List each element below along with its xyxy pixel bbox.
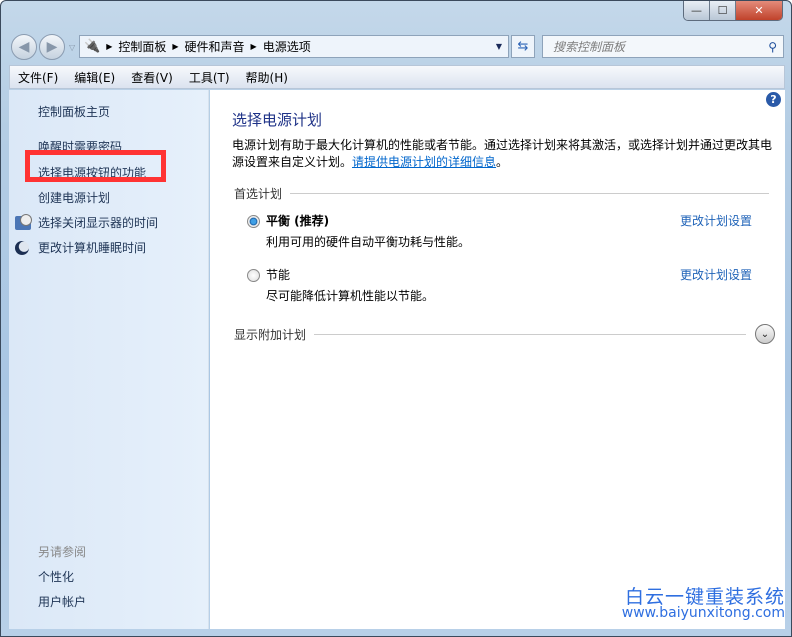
search-placeholder: 搜索控制面板 — [553, 40, 626, 54]
section-label: 首选计划 — [234, 187, 283, 201]
breadcrumb-control-panel[interactable]: 控制面板 — [118, 38, 166, 55]
page-title: 选择电源计划 — [232, 111, 323, 129]
breadcrumb-arrow-icon[interactable]: ▶ — [106, 42, 112, 51]
nav-buttons: ◀ ▶ ▽ — [11, 34, 75, 60]
forward-button[interactable]: ▶ — [39, 34, 65, 60]
sidebar-item-label: 更改计算机睡眠时间 — [38, 241, 147, 255]
sidebar: 控制面板主页 唤醒时需要密码 选择电源按钮的功能 创建电源计划 选择关闭显示器的… — [9, 90, 209, 629]
expand-chevron-icon[interactable]: ⌄ — [755, 324, 775, 344]
address-dropdown-icon[interactable]: ▼ — [496, 42, 502, 51]
sidebar-control-panel-home[interactable]: 控制面板主页 — [38, 103, 110, 120]
sidebar-sleep-time[interactable]: 更改计算机睡眠时间 — [15, 239, 146, 256]
sidebar-display-off-time[interactable]: 选择关闭显示器的时间 — [15, 213, 159, 231]
menu-tools[interactable]: 工具(T) — [189, 69, 230, 86]
plan-power-saver-name[interactable]: 节能 — [266, 266, 290, 283]
recent-pages-dropdown[interactable]: ▽ — [69, 43, 75, 52]
menu-bar: 文件(F) 编辑(E) 查看(V) 工具(T) 帮助(H) — [9, 65, 785, 89]
see-also-heading: 另请参阅 — [38, 545, 87, 559]
sidebar-personalization[interactable]: 个性化 — [38, 568, 74, 585]
breadcrumb-arrow-icon[interactable]: ▶ — [172, 42, 178, 51]
menu-file[interactable]: 文件(F) — [18, 69, 58, 86]
address-bar[interactable]: 🔌 ▶ 控制面板 ▶ 硬件和声音 ▶ 电源选项 ▼ — [79, 35, 509, 58]
sidebar-item-label: 选择关闭显示器的时间 — [38, 216, 159, 230]
breadcrumb-hardware-sound[interactable]: 硬件和声音 — [185, 38, 245, 55]
window: — ☐ ✕ ◀ ▶ ▽ 🔌 ▶ 控制面板 ▶ 硬件和声音 ▶ 电源选项 ▼ ⇆ … — [0, 0, 792, 637]
menu-view[interactable]: 查看(V) — [131, 69, 173, 86]
monitor-clock-icon — [15, 213, 32, 230]
power-plan-info-link[interactable]: 请提供电源计划的详细信息 — [352, 155, 496, 169]
menu-help[interactable]: 帮助(H) — [246, 69, 288, 86]
maximize-button[interactable]: ☐ — [710, 1, 736, 20]
breadcrumb-arrow-icon[interactable]: ▶ — [251, 42, 257, 51]
window-controls: — ☐ ✕ — [683, 1, 783, 21]
plan-balanced-name[interactable]: 平衡 (推荐) — [266, 212, 329, 229]
plan-power-saver-change-link[interactable]: 更改计划设置 — [680, 266, 752, 283]
period: 。 — [496, 155, 509, 169]
preferred-plans-section: 首选计划 — [234, 185, 769, 202]
plan-balanced-desc: 利用可用的硬件自动平衡功耗与性能。 — [266, 235, 471, 249]
plan-power-saver-desc: 尽可能降低计算机性能以节能。 — [266, 289, 435, 303]
search-input[interactable]: 搜索控制面板 ⚲ — [542, 35, 784, 58]
breadcrumb-power-options[interactable]: 电源选项 — [263, 38, 311, 55]
refresh-button[interactable]: ⇆ — [511, 35, 535, 58]
section-label[interactable]: 显示附加计划 — [234, 326, 306, 343]
watermark-url: www.baiyunxitong.com — [621, 605, 785, 621]
plan-power-saver-radio[interactable] — [247, 269, 260, 282]
close-button[interactable]: ✕ — [736, 1, 782, 20]
plan-balanced-change-link[interactable]: 更改计划设置 — [680, 212, 752, 229]
power-plug-icon: 🔌 — [84, 39, 101, 54]
page-description: 电源计划有助于最大化计算机的性能或者节能。通过选择计划来将其激活，或选择计划并通… — [232, 137, 777, 171]
help-icon[interactable]: ? — [766, 92, 781, 107]
highlight-box — [25, 150, 166, 182]
sidebar-user-accounts[interactable]: 用户帐户 — [38, 593, 86, 610]
additional-plans-section: 显示附加计划 — [234, 326, 746, 343]
menu-edit[interactable]: 编辑(E) — [74, 69, 115, 86]
sidebar-create-plan[interactable]: 创建电源计划 — [38, 189, 110, 206]
divider — [314, 334, 746, 335]
main-content: ? 选择电源计划 电源计划有助于最大化计算机的性能或者节能。通过选择计划来将其激… — [210, 90, 785, 629]
minimize-button[interactable]: — — [684, 1, 710, 20]
moon-icon — [15, 240, 29, 255]
divider — [290, 193, 769, 194]
plan-balanced-radio[interactable] — [247, 215, 260, 228]
search-icon[interactable]: ⚲ — [768, 40, 777, 54]
back-button[interactable]: ◀ — [11, 34, 37, 60]
